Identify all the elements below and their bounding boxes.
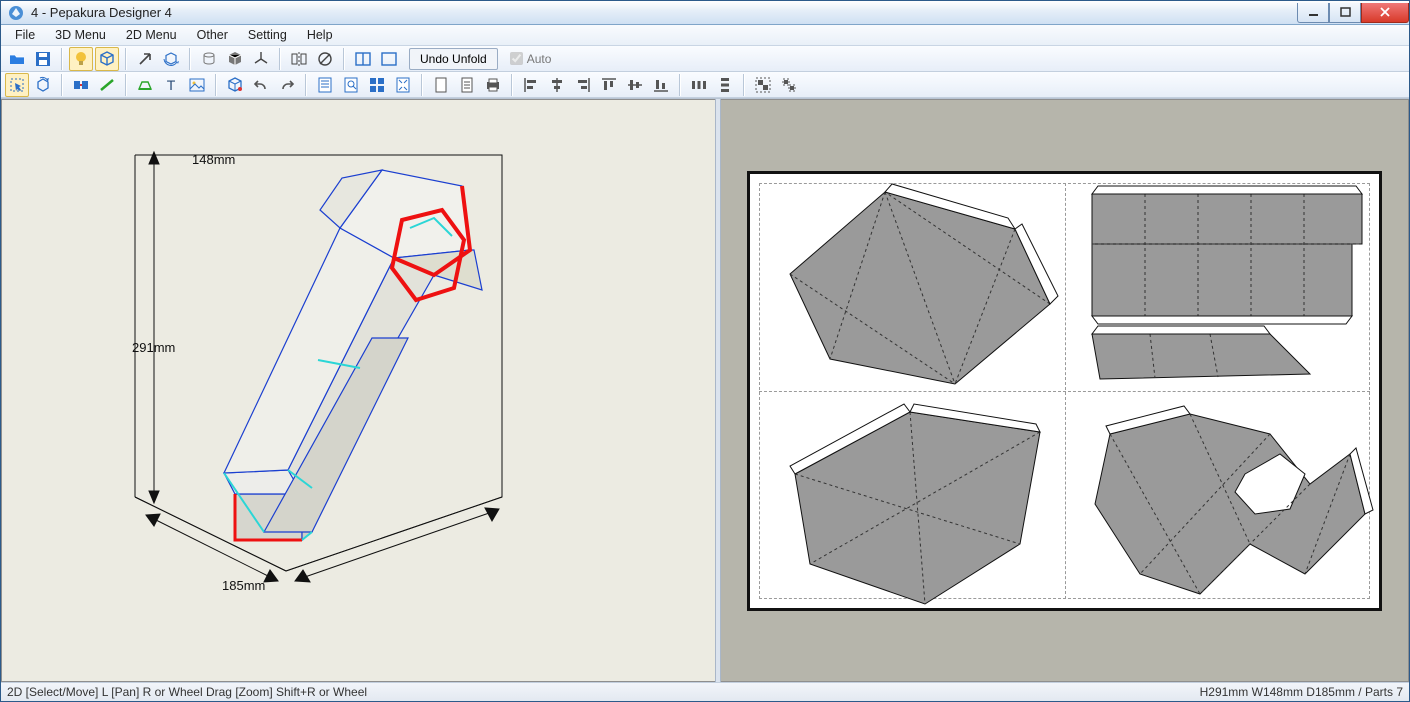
toolbar-separator: [125, 48, 127, 70]
window-controls: [1297, 3, 1409, 23]
model-3d-canvas: [2, 100, 715, 676]
viewport-3d[interactable]: 291mm 148mm 185mm: [1, 99, 715, 682]
image-icon[interactable]: [185, 73, 209, 97]
cube-rotate-icon[interactable]: [95, 47, 119, 71]
print-icon[interactable]: [481, 73, 505, 97]
titlebar[interactable]: 4 - Pepakura Designer 4: [1, 1, 1409, 25]
app-icon: [7, 4, 25, 22]
text-icon[interactable]: T: [159, 73, 183, 97]
menu-3d[interactable]: 3D Menu: [45, 26, 116, 44]
redo-icon[interactable]: [275, 73, 299, 97]
toolbar-main: Undo Unfold Auto: [1, 46, 1409, 72]
dim-height-label: 291mm: [132, 340, 175, 355]
toolbar-separator: [189, 48, 191, 70]
select-rect-icon[interactable]: [5, 73, 29, 97]
cube-solid-icon[interactable]: [223, 47, 247, 71]
group-icon[interactable]: [751, 73, 775, 97]
undo-unfold-button[interactable]: Undo Unfold: [409, 48, 498, 70]
join-icon[interactable]: [69, 73, 93, 97]
save-icon[interactable]: [31, 47, 55, 71]
unfold-canvas: [750, 174, 1385, 614]
circle-cross-icon[interactable]: [313, 47, 337, 71]
rotate-icon[interactable]: [31, 73, 55, 97]
dist-h-icon[interactable]: [687, 73, 711, 97]
align-left-icon[interactable]: [519, 73, 543, 97]
toolbar-separator: [61, 48, 63, 70]
workspace: 291mm 148mm 185mm: [1, 98, 1409, 682]
toolbar-separator: [61, 74, 63, 96]
status-right: H291mm W148mm D185mm / Parts 7: [1200, 685, 1403, 699]
window-title: 4 - Pepakura Designer 4: [31, 5, 172, 20]
align-hcenter-icon[interactable]: [545, 73, 569, 97]
dim-depth-label: 185mm: [222, 578, 265, 593]
ungroup-icon[interactable]: [777, 73, 801, 97]
axes-icon[interactable]: [249, 47, 273, 71]
menu-2d[interactable]: 2D Menu: [116, 26, 187, 44]
viewport-2d[interactable]: [721, 99, 1409, 682]
cube-arrow-icon[interactable]: [159, 47, 183, 71]
layout-2col-icon[interactable]: [351, 47, 375, 71]
cube-sel-icon[interactable]: [223, 73, 247, 97]
toolbar-separator: [743, 74, 745, 96]
app-window: 4 - Pepakura Designer 4 File 3D Menu 2D …: [0, 0, 1410, 702]
toolbar-2d: T: [1, 72, 1409, 98]
close-button[interactable]: [1361, 3, 1409, 23]
unfold-sheet: [747, 171, 1382, 611]
bulb-icon[interactable]: [69, 47, 93, 71]
menu-other[interactable]: Other: [187, 26, 238, 44]
menu-help[interactable]: Help: [297, 26, 343, 44]
svg-text:T: T: [167, 77, 176, 93]
page-zoom-icon[interactable]: [339, 73, 363, 97]
statusbar: 2D [Select/Move] L [Pan] R or Wheel Drag…: [1, 682, 1409, 701]
page-blank-icon[interactable]: [429, 73, 453, 97]
undo-icon[interactable]: [249, 73, 273, 97]
menu-setting[interactable]: Setting: [238, 26, 297, 44]
align-top-icon[interactable]: [597, 73, 621, 97]
page-lines-icon[interactable]: [455, 73, 479, 97]
layout-1col-icon[interactable]: [377, 47, 401, 71]
toolbar-separator: [215, 74, 217, 96]
auto-checkbox[interactable]: Auto: [510, 52, 552, 66]
minimize-button[interactable]: [1297, 3, 1329, 23]
arrow-up-right-icon[interactable]: [133, 47, 157, 71]
toolbar-separator: [279, 48, 281, 70]
align-vcenter-icon[interactable]: [623, 73, 647, 97]
toolbar-separator: [679, 74, 681, 96]
toolbar-separator: [125, 74, 127, 96]
menubar: File 3D Menu 2D Menu Other Setting Help: [1, 25, 1409, 46]
arrange-icon[interactable]: [365, 73, 389, 97]
dist-v-icon[interactable]: [713, 73, 737, 97]
menu-file[interactable]: File: [5, 26, 45, 44]
cylinder-icon[interactable]: [197, 47, 221, 71]
status-left: 2D [Select/Move] L [Pan] R or Wheel Drag…: [7, 685, 367, 699]
toolbar-separator: [421, 74, 423, 96]
align-right-icon[interactable]: [571, 73, 595, 97]
align-bottom-icon[interactable]: [649, 73, 673, 97]
dim-width-label: 148mm: [192, 152, 235, 167]
edge-green-icon[interactable]: [95, 73, 119, 97]
open-icon[interactable]: [5, 47, 29, 71]
toolbar-separator: [343, 48, 345, 70]
flip-h-icon[interactable]: [287, 47, 311, 71]
page-fit-icon[interactable]: [391, 73, 415, 97]
toolbar-separator: [511, 74, 513, 96]
flap-icon[interactable]: [133, 73, 157, 97]
toolbar-separator: [305, 74, 307, 96]
page-map-icon[interactable]: [313, 73, 337, 97]
maximize-button[interactable]: [1329, 3, 1361, 23]
